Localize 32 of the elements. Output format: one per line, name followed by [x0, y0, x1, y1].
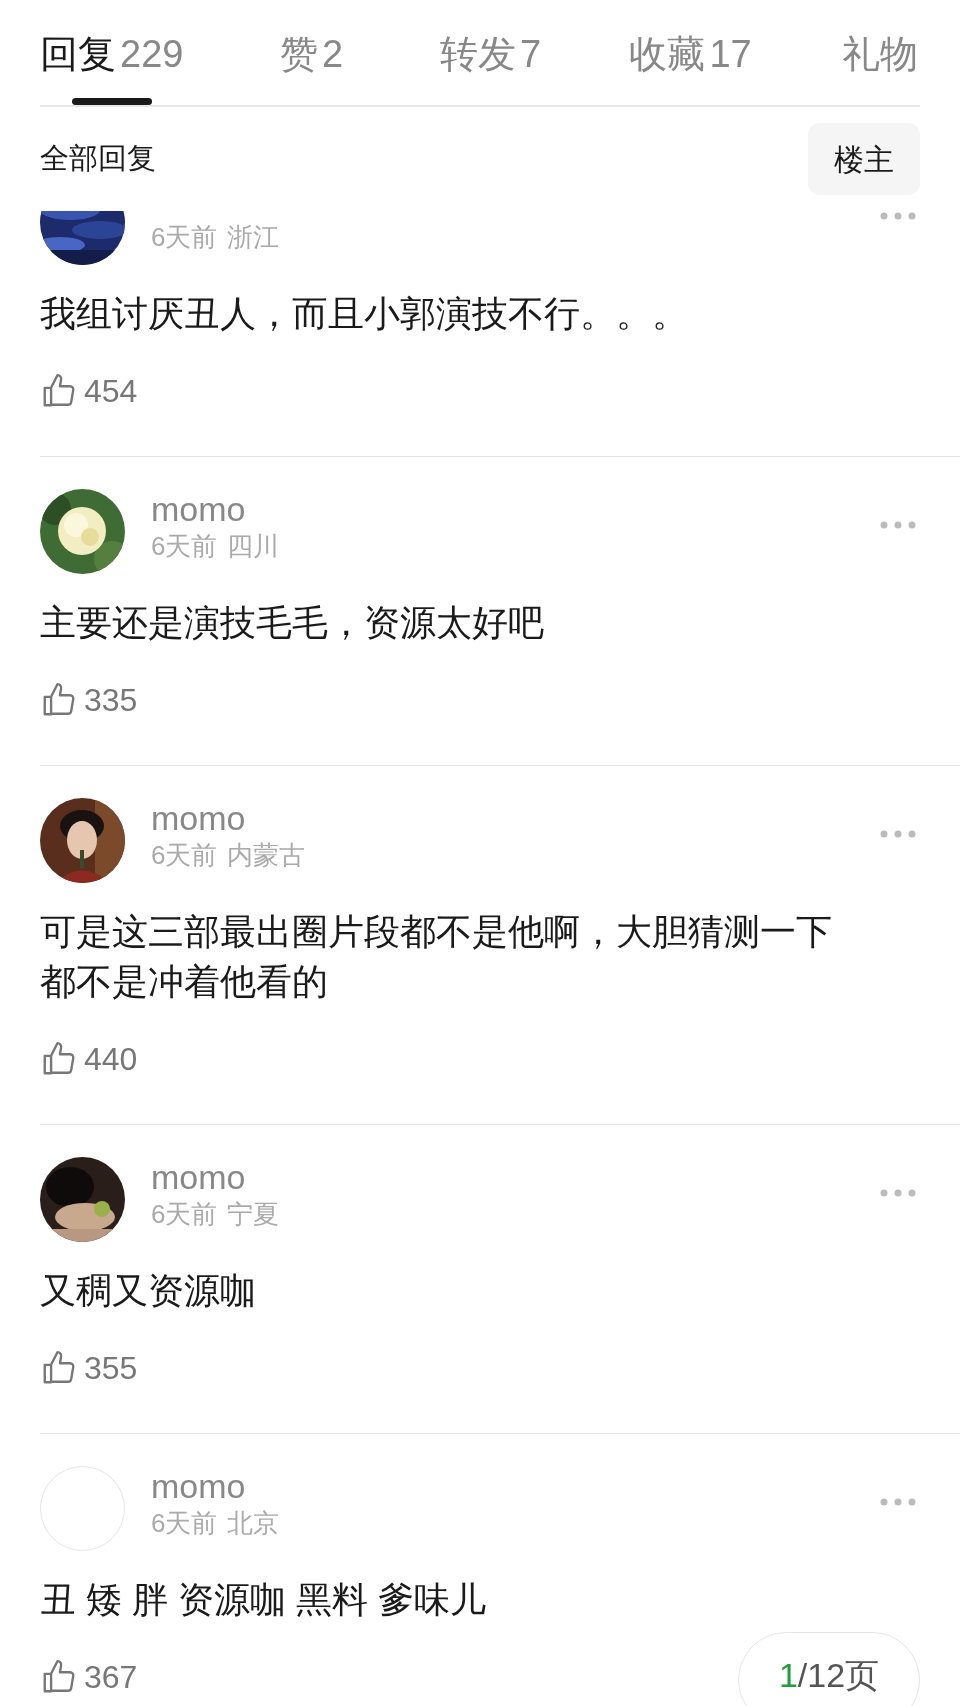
post-time: 6天前	[151, 1507, 218, 1540]
location: 宁夏	[227, 1198, 280, 1231]
comment-text: 我组讨厌丑人，而且小郭演技不行。。。	[40, 292, 689, 336]
username[interactable]: momo	[151, 1157, 280, 1197]
op-filter-button[interactable]: 楼主	[808, 123, 920, 195]
post-time: 6天前	[151, 1198, 218, 1231]
username[interactable]: momo	[151, 798, 306, 838]
tab[interactable]: 转发7	[439, 32, 542, 105]
like-count: 454	[84, 372, 138, 411]
location: 浙江	[227, 221, 280, 254]
like-count: 440	[84, 1040, 138, 1079]
location: 内蒙古	[227, 839, 306, 872]
username[interactable]: momo	[151, 1466, 280, 1506]
page-indicator[interactable]: 1/12页	[738, 1632, 920, 1706]
post-time: 6天前	[151, 530, 218, 563]
post-time: 6天前	[151, 221, 218, 254]
like-count: 355	[84, 1349, 138, 1388]
comment-text: 又稠又资源咖	[40, 1269, 257, 1313]
comment-text: 主要还是演技毛毛，资源太好吧	[40, 601, 545, 645]
tab[interactable]: 收藏 17	[629, 32, 752, 105]
comment-text: 丑 矮 胖 资源咖 黑料 爹味儿	[40, 1578, 487, 1622]
tab[interactable]: 礼物	[839, 32, 920, 105]
location: 四川	[227, 530, 280, 563]
location: 北京	[227, 1507, 280, 1540]
like-count: 367	[84, 1658, 138, 1697]
username[interactable]: momo	[151, 489, 280, 529]
post-time: 6天前	[151, 839, 218, 872]
tab[interactable]: 赞2	[271, 32, 352, 105]
tab[interactable]: 回复 229	[40, 32, 184, 105]
section-title: 全部回复	[40, 141, 156, 177]
comment-text: 可是这三部最出圈片段都不是他啊，大胆猜测一下都不是冲着他看的	[40, 910, 833, 1004]
like-count: 335	[84, 681, 138, 720]
